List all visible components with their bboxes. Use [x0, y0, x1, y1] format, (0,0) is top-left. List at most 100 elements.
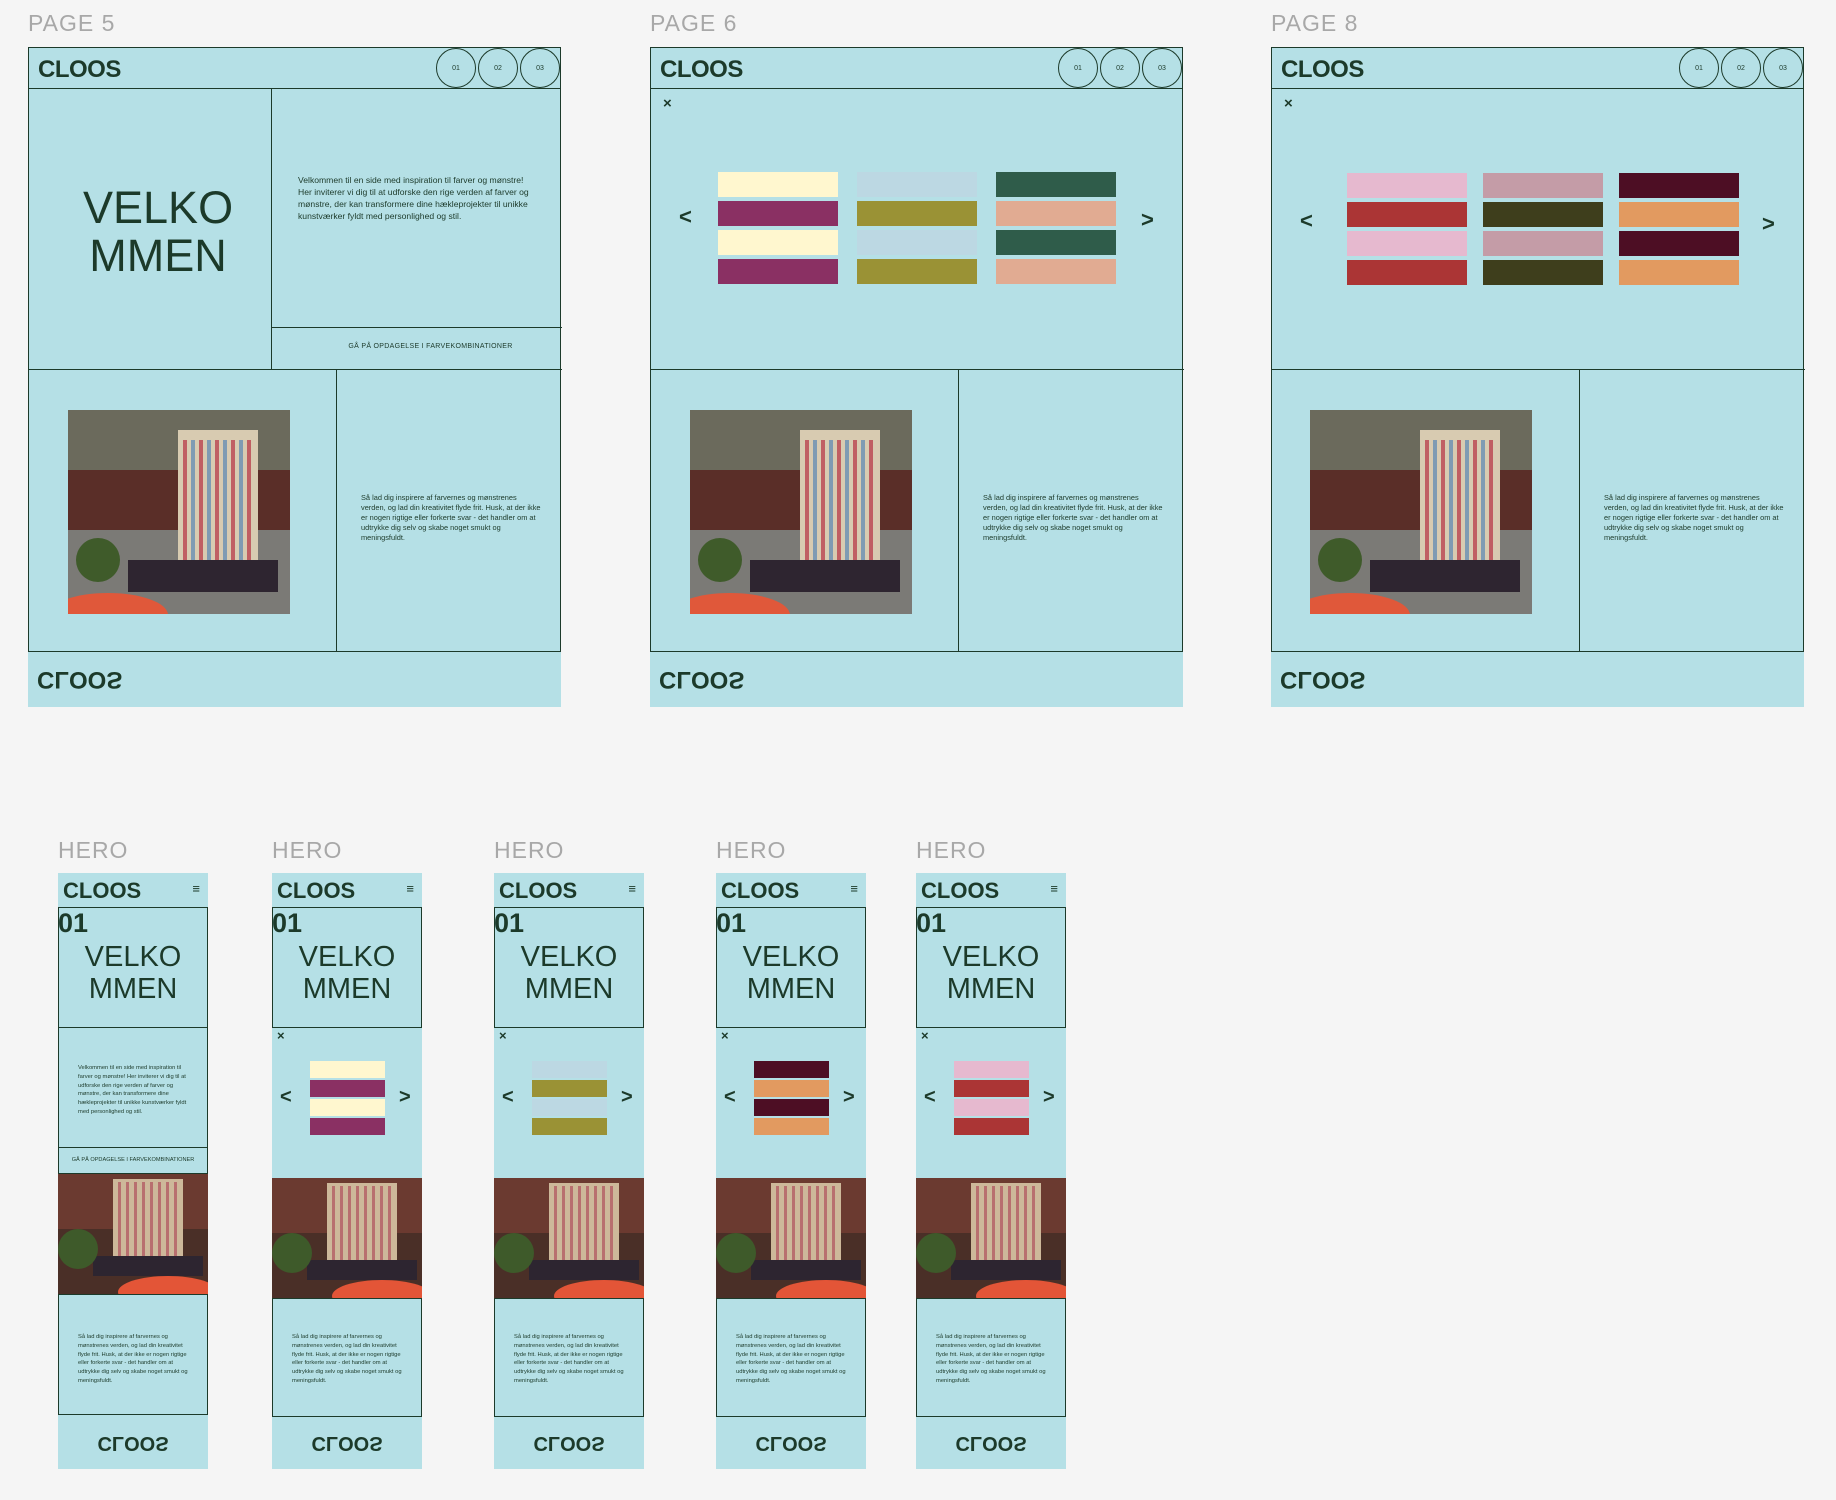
color-swatch-3[interactable]: [1619, 173, 1739, 290]
color-stripe: [1619, 173, 1739, 198]
color-stripe: [954, 1061, 1029, 1078]
discover-colors-link[interactable]: GÅ PÅ OPDAGELSE I FARVEKOMBINATIONER: [58, 1157, 208, 1163]
header-bar: CLOOS 01 02 03: [28, 47, 561, 89]
exhibition-photo: [916, 1178, 1066, 1298]
footer-logo: CLOOS: [659, 666, 745, 693]
chevron-right-icon[interactable]: >: [399, 1086, 411, 1109]
color-stripe: [1483, 231, 1603, 256]
body-text: Så lad dig inspirere af farvernes og møn…: [361, 493, 541, 542]
chevron-left-icon[interactable]: <: [724, 1086, 736, 1109]
logo[interactable]: CLOOS: [660, 56, 743, 84]
footer: CLOOS: [716, 1421, 866, 1469]
hero-label: HERO: [272, 837, 343, 863]
nav-01-button[interactable]: 01: [1058, 48, 1098, 88]
header-bar: CLOOS 01 02 03: [650, 47, 1183, 89]
hero-mobile-2: CLOOS ≡ 01 VELKO MMEN × < > Så lad dig in…: [272, 873, 422, 1469]
nav-circles: 01 02 03: [1677, 48, 1803, 90]
intro-text: Velkommen til en side med inspiration ti…: [298, 175, 529, 221]
chevron-left-icon[interactable]: <: [924, 1086, 936, 1109]
nav-02-button[interactable]: 02: [1721, 48, 1761, 88]
nav-02-button[interactable]: 02: [478, 48, 518, 88]
hero-mobile-3: CLOOS ≡ 01 VELKO MMEN × < > Så lad dig in…: [494, 873, 644, 1469]
hero-label: HERO: [716, 837, 787, 863]
page-8-frame: CLOOS 01 02 03 × < > Så lad dig inspirer…: [1271, 47, 1805, 707]
hamburger-menu-icon[interactable]: ≡: [1050, 881, 1058, 896]
footer-logo: CLOOS: [37, 666, 123, 693]
hamburger-menu-icon[interactable]: ≡: [628, 881, 636, 896]
footer-logo: CLOOS: [533, 1432, 605, 1454]
hamburger-menu-icon[interactable]: ≡: [850, 881, 858, 896]
hero-mobile-4: CLOOS ≡ 01 VELKO MMEN × < > Så lad dig in…: [716, 873, 866, 1469]
color-stripe: [310, 1080, 385, 1097]
color-stripe: [754, 1080, 829, 1097]
footer-logo: CLOOS: [755, 1432, 827, 1454]
exhibition-photo: [690, 410, 912, 614]
close-icon[interactable]: ×: [921, 1028, 929, 1043]
discover-colors-link[interactable]: GÅ PÅ OPDAGELSE I FARVEKOMBINATIONER: [299, 343, 562, 350]
welcome-heading: VELKO MMEN: [84, 941, 182, 1005]
nav-03-button[interactable]: 03: [520, 48, 560, 88]
hamburger-menu-icon[interactable]: ≡: [192, 881, 200, 896]
nav-03-button[interactable]: 03: [1763, 48, 1803, 88]
footer: CLOOS: [58, 1421, 208, 1469]
body-text: Så lad dig inspirere af farvernes og møn…: [78, 1334, 188, 1384]
color-swatch-2[interactable]: [857, 172, 977, 289]
footer-logo: CLOOS: [97, 1432, 169, 1454]
close-icon[interactable]: ×: [1284, 95, 1293, 112]
nav-circles: 01 02 03: [1056, 48, 1182, 90]
color-swatch-3[interactable]: [996, 172, 1116, 289]
close-icon[interactable]: ×: [277, 1028, 285, 1043]
color-swatch-1[interactable]: [718, 172, 838, 289]
chevron-left-icon[interactable]: <: [502, 1086, 514, 1109]
footer-logo: CLOOS: [1280, 666, 1366, 693]
exhibition-photo: [68, 410, 290, 614]
logo[interactable]: CLOOS: [499, 878, 577, 904]
chevron-right-icon[interactable]: >: [1043, 1086, 1055, 1109]
color-stripe: [532, 1061, 607, 1078]
chevron-left-icon[interactable]: <: [679, 204, 692, 230]
color-stripe: [1347, 202, 1467, 227]
color-stripe: [996, 201, 1116, 226]
hamburger-menu-icon[interactable]: ≡: [406, 881, 414, 896]
page-6-frame: CLOOS 01 02 03 × < > Så lad dig inspirer…: [650, 47, 1184, 707]
color-stripe: [532, 1080, 607, 1097]
nav-03-button[interactable]: 03: [1142, 48, 1182, 88]
nav-01-button[interactable]: 01: [436, 48, 476, 88]
chevron-left-icon[interactable]: <: [1300, 208, 1313, 234]
page-5-label: PAGE 5: [28, 10, 116, 36]
color-stripe: [1347, 260, 1467, 285]
nav-02-button[interactable]: 02: [1100, 48, 1140, 88]
logo[interactable]: CLOOS: [38, 56, 121, 84]
chevron-right-icon[interactable]: >: [621, 1086, 633, 1109]
logo[interactable]: CLOOS: [63, 878, 141, 904]
hero-label: HERO: [58, 837, 129, 863]
color-stripe: [532, 1118, 607, 1135]
color-swatch[interactable]: [754, 1061, 829, 1136]
close-icon[interactable]: ×: [663, 95, 672, 112]
nav-circles: 01 02 03: [434, 48, 560, 90]
color-stripe: [996, 259, 1116, 284]
logo[interactable]: CLOOS: [277, 878, 355, 904]
color-stripe: [718, 259, 838, 284]
color-stripe: [1619, 202, 1739, 227]
nav-01-button[interactable]: 01: [1679, 48, 1719, 88]
chevron-left-icon[interactable]: <: [280, 1086, 292, 1109]
color-stripe: [1483, 173, 1603, 198]
color-swatch[interactable]: [310, 1061, 385, 1136]
page-8-label: PAGE 8: [1271, 10, 1359, 36]
color-swatch-2[interactable]: [1483, 173, 1603, 290]
color-swatch[interactable]: [532, 1061, 607, 1136]
chevron-right-icon[interactable]: >: [1141, 207, 1154, 233]
mobile-header: CLOOS ≡: [916, 873, 1066, 907]
chevron-right-icon[interactable]: >: [1762, 211, 1775, 237]
logo[interactable]: CLOOS: [921, 878, 999, 904]
chevron-right-icon[interactable]: >: [843, 1086, 855, 1109]
logo[interactable]: CLOOS: [1281, 56, 1364, 84]
color-swatch[interactable]: [954, 1061, 1029, 1136]
body-text: Så lad dig inspirere af farvernes og møn…: [1604, 493, 1784, 542]
close-icon[interactable]: ×: [721, 1028, 729, 1043]
section-number: 01: [494, 908, 525, 938]
logo[interactable]: CLOOS: [721, 878, 799, 904]
close-icon[interactable]: ×: [499, 1028, 507, 1043]
color-swatch-1[interactable]: [1347, 173, 1467, 290]
